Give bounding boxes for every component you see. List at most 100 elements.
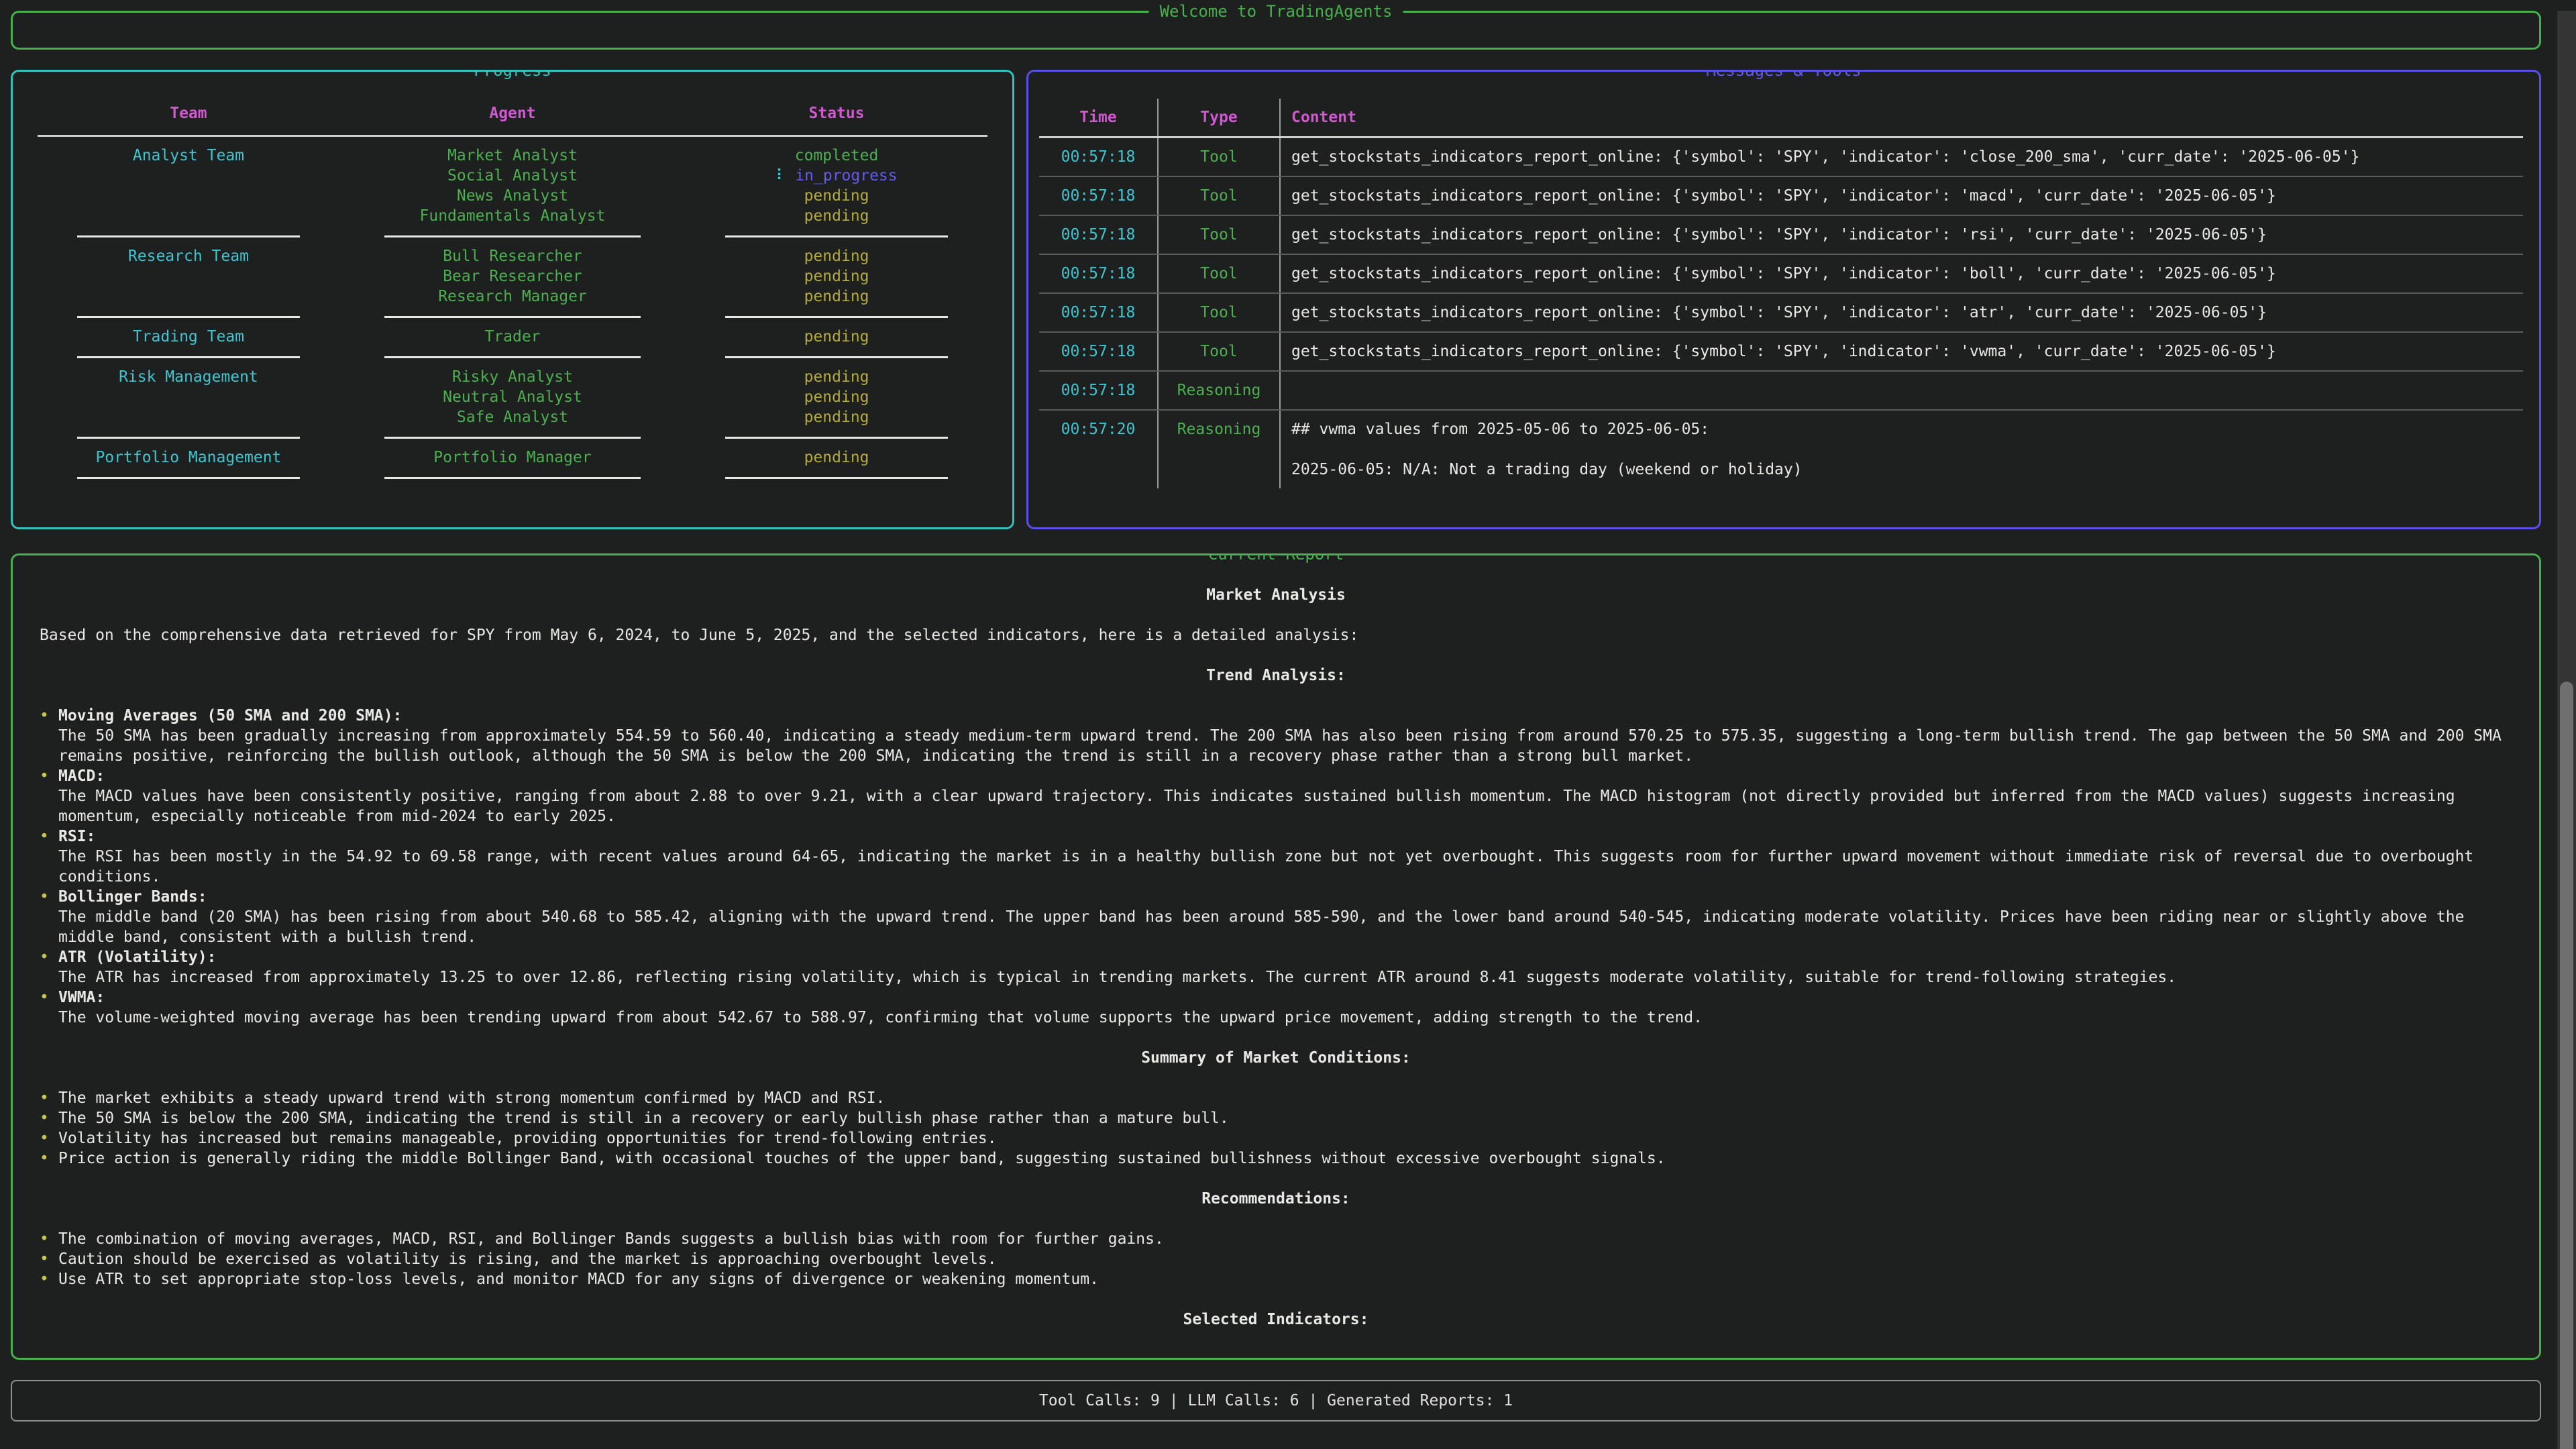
status-label: pending (804, 328, 869, 345)
bullet-body: Caution should be exercised as volatilit… (58, 1249, 2512, 1269)
agent-status: pending (686, 387, 987, 407)
agent-status: completed (686, 146, 987, 166)
team-name: Portfolio Management (38, 447, 339, 468)
message-content: ## vwma values from 2025-05-06 to 2025-0… (1281, 411, 2523, 488)
bullet-text: Volatility has increased but remains man… (58, 1128, 2512, 1148)
agent-status: pending (686, 186, 987, 206)
welcome-title: Welcome to TradingAgents (1149, 1, 1403, 21)
bullet-icon: • (40, 826, 58, 887)
agent-status: ⠇in_progress (686, 166, 987, 186)
status-label: pending (804, 248, 869, 265)
scrollbar[interactable] (2557, 11, 2576, 1449)
message-content-line (1291, 439, 2512, 460)
stats-text: Tool Calls: 9 | LLM Calls: 6 | Generated… (1039, 1391, 1513, 1411)
team-name: Trading Team (38, 327, 339, 347)
bullet-text: The market exhibits a steady upward tren… (58, 1088, 2512, 1108)
message-time: 00:57:18 (1039, 372, 1159, 409)
report-bullet: •ATR (Volatility):The ATR has increased … (40, 947, 2512, 987)
message-type: Tool (1159, 255, 1281, 292)
progress-row: Neutral Analyst pending (38, 387, 987, 407)
report-bullet-list: •The combination of moving averages, MAC… (40, 1229, 2512, 1289)
message-row: 00:57:18Toolget_stockstats_indicators_re… (1039, 255, 2523, 294)
message-type: Tool (1159, 294, 1281, 331)
bullet-body: Volatility has increased but remains man… (58, 1128, 2512, 1148)
progress-row: Portfolio ManagementPortfolio Managerpen… (38, 447, 987, 468)
bullet-text: The combination of moving averages, MACD… (58, 1229, 2512, 1249)
progress-row: Trading TeamTraderpending (38, 327, 987, 347)
messages-panel-title: Messages & Tools (1695, 70, 1872, 80)
bullet-icon: • (40, 1269, 58, 1289)
agent-status: pending (686, 407, 987, 427)
bullet-body: The 50 SMA is below the 200 SMA, indicat… (58, 1108, 2512, 1128)
message-row: 00:57:18Toolget_stockstats_indicators_re… (1039, 333, 2523, 372)
stats-bar: Tool Calls: 9 | LLM Calls: 6 | Generated… (11, 1380, 2541, 1421)
bullet-title: MACD: (58, 766, 2512, 786)
team-name: Research Team (38, 246, 339, 266)
report-bullet-list: •Moving Averages (50 SMA and 200 SMA):Th… (40, 706, 2512, 1028)
agent-name: Bear Researcher (339, 266, 686, 286)
agent-status: pending (686, 286, 987, 307)
message-content: get_stockstats_indicators_report_online:… (1281, 138, 2523, 176)
progress-row: Analyst TeamMarket Analystcompleted (38, 146, 987, 166)
agent-name: Fundamentals Analyst (339, 206, 686, 226)
progress-panel: Progress Team Agent Status Analyst TeamM… (11, 70, 1014, 529)
status-label: in_progress (795, 167, 897, 184)
message-content: get_stockstats_indicators_report_online:… (1281, 216, 2523, 254)
agent-name: Neutral Analyst (339, 387, 686, 407)
bullet-text: The volume-weighted moving average has b… (58, 1008, 2512, 1028)
message-row: 00:57:18Toolget_stockstats_indicators_re… (1039, 216, 2523, 255)
progress-row: Bear Researcher pending (38, 266, 987, 286)
terminal-screen: Welcome to TradingAgents Progress Team A… (0, 11, 2576, 1449)
status-label: pending (804, 187, 869, 205)
agent-name: News Analyst (339, 186, 686, 206)
status-label: pending (804, 388, 869, 406)
report-bullet: •Use ATR to set appropriate stop-loss le… (40, 1269, 2512, 1289)
message-time: 00:57:18 (1039, 333, 1159, 370)
section-separator (38, 427, 987, 447)
report-bullet: •Volatility has increased but remains ma… (40, 1128, 2512, 1148)
bullet-icon: • (40, 1148, 58, 1169)
team-name: Risk Management (38, 367, 339, 387)
bullet-icon: • (40, 1229, 58, 1249)
agent-name: Social Analyst (339, 166, 686, 186)
bullet-body: Moving Averages (50 SMA and 200 SMA):The… (58, 706, 2512, 766)
report-bullet: •MACD:The MACD values have been consiste… (40, 766, 2512, 826)
report-section-heading: Recommendations: (40, 1189, 2512, 1209)
status-label: pending (804, 368, 869, 386)
progress-col-agent: Agent (339, 103, 686, 123)
report-bullet: •The market exhibits a steady upward tre… (40, 1088, 2512, 1108)
progress-row: News Analyst pending (38, 186, 987, 206)
message-type: Reasoning (1159, 411, 1281, 488)
bullet-text: The MACD values have been consistently p… (58, 786, 2512, 826)
bullet-text: The 50 SMA is below the 200 SMA, indicat… (58, 1108, 2512, 1128)
message-row: 00:57:18Toolget_stockstats_indicators_re… (1039, 177, 2523, 216)
message-type: Tool (1159, 177, 1281, 215)
report-bullet: •Price action is generally riding the mi… (40, 1148, 2512, 1169)
progress-table-header: Team Agent Status (38, 101, 987, 125)
report-intro: Based on the comprehensive data retrieve… (40, 625, 2512, 645)
status-label: pending (804, 268, 869, 285)
agent-name: Market Analyst (339, 146, 686, 166)
status-label: completed (795, 147, 879, 164)
report-bullet: •Bollinger Bands:The middle band (20 SMA… (40, 887, 2512, 947)
agent-name: Research Manager (339, 286, 686, 307)
message-rows: 00:57:18Toolget_stockstats_indicators_re… (1039, 138, 2523, 488)
report-section-heading: Selected Indicators: (40, 1309, 2512, 1330)
bullet-body: The combination of moving averages, MACD… (58, 1229, 2512, 1249)
progress-row: Research TeamBull Researcherpending (38, 246, 987, 266)
bullet-icon: • (40, 1128, 58, 1148)
report-bullet: •VWMA:The volume-weighted moving average… (40, 987, 2512, 1028)
message-type: Tool (1159, 138, 1281, 176)
progress-col-status: Status (686, 103, 987, 123)
bullet-text: The RSI has been mostly in the 54.92 to … (58, 847, 2512, 887)
report-section-heading: Trend Analysis: (40, 665, 2512, 686)
scrollbar-thumb[interactable] (2560, 682, 2573, 1449)
bullet-icon: • (40, 706, 58, 766)
bullet-icon: • (40, 1249, 58, 1269)
report-heading: Market Analysis (40, 585, 2512, 605)
message-content (1281, 372, 2523, 409)
message-row: 00:57:18Toolget_stockstats_indicators_re… (1039, 138, 2523, 177)
bullet-title: RSI: (58, 826, 2512, 847)
bullet-icon: • (40, 766, 58, 826)
bullet-text: Price action is generally riding the mid… (58, 1148, 2512, 1169)
